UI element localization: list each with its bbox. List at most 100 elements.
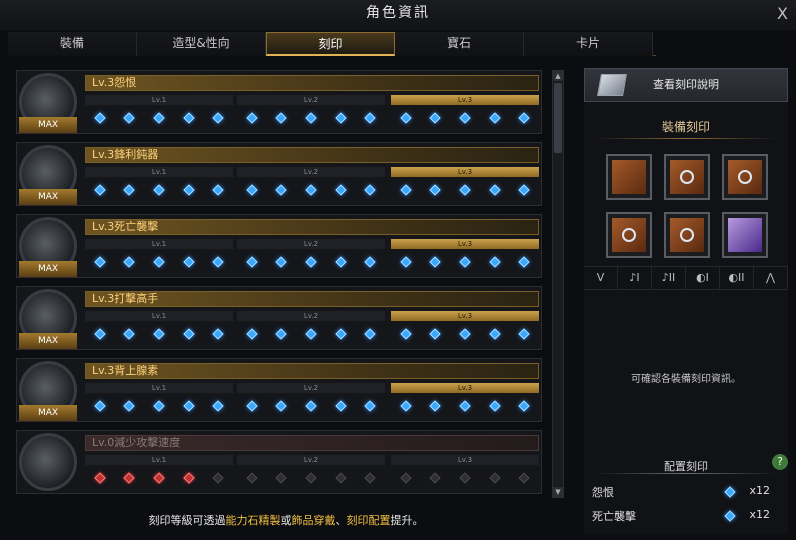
node-gem-icon bbox=[212, 472, 224, 484]
engraving-row[interactable]: Lv.0減少攻擊速度 Lv.1 Lv.2 Lv.3 bbox=[16, 430, 542, 494]
level-bar: Lv.1 bbox=[85, 455, 233, 465]
engraving-row[interactable]: MAX Lv.3怨恨 Lv.1 Lv.2 Lv.3 bbox=[16, 70, 542, 134]
footer-text: 刻印等級可透過 bbox=[148, 514, 226, 527]
node-gem-icon bbox=[364, 328, 376, 340]
ring-slot-2[interactable] bbox=[664, 212, 710, 258]
node-gem-icon bbox=[400, 328, 412, 340]
node-group bbox=[391, 468, 539, 488]
close-icon[interactable]: X bbox=[777, 4, 788, 23]
node-gem-icon bbox=[246, 256, 258, 268]
ability-stone-icon bbox=[728, 218, 762, 252]
tab-bar: 裝備 造型&性向 刻印 寶石 卡片 bbox=[8, 32, 656, 56]
engraving-name: Lv.3鋒利鈍器 bbox=[85, 147, 539, 163]
necklace-slot[interactable] bbox=[606, 154, 652, 200]
node-group bbox=[237, 180, 385, 200]
node-gem-icon bbox=[212, 112, 224, 124]
node-gem-icon bbox=[275, 400, 288, 412]
node-gem-icon bbox=[275, 472, 288, 484]
node-gem-icon bbox=[182, 184, 195, 196]
node-gem-icon bbox=[123, 472, 136, 484]
node-gem-icon bbox=[94, 184, 106, 196]
tab-gems[interactable]: 寶石 bbox=[395, 32, 524, 56]
node-gem-icon bbox=[275, 184, 288, 196]
engraving-name: Lv.3背上腺素 bbox=[85, 363, 539, 379]
node-group bbox=[237, 108, 385, 128]
node-gem-icon bbox=[459, 112, 471, 124]
level-bar: Lv.2 bbox=[237, 383, 385, 393]
earring-slot-2[interactable] bbox=[722, 154, 768, 200]
scroll-up-icon[interactable]: ▲ bbox=[553, 71, 563, 81]
node-gem-icon bbox=[305, 472, 317, 484]
view-button-label: 查看刻印說明 bbox=[653, 78, 719, 91]
node-gem-icon bbox=[182, 256, 195, 268]
node-gem-icon bbox=[123, 400, 136, 412]
earring-slot-1[interactable] bbox=[664, 154, 710, 200]
engraving-row[interactable]: MAX Lv.3鋒利鈍器 Lv.1 Lv.2 Lv.3 bbox=[16, 142, 542, 206]
scrollbar-thumb[interactable] bbox=[554, 83, 562, 153]
tab-appearance[interactable]: 造型&性向 bbox=[137, 32, 266, 56]
node-gem-icon bbox=[153, 472, 165, 484]
engraving-name: Lv.3打擊高手 bbox=[85, 291, 539, 307]
earring-1-filter-icon[interactable]: ♪I bbox=[618, 267, 652, 289]
node-gem-icon bbox=[400, 472, 412, 484]
window-title: 角色資訊 bbox=[366, 5, 430, 21]
node-gem-icon bbox=[334, 328, 347, 340]
node-group bbox=[85, 468, 233, 488]
node-gem-icon bbox=[182, 400, 195, 412]
help-icon[interactable]: ? bbox=[772, 454, 788, 470]
node-gem-icon bbox=[364, 400, 376, 412]
footer-text: 、 bbox=[335, 514, 347, 527]
engraving-row[interactable]: MAX Lv.3背上腺素 Lv.1 Lv.2 Lv.3 bbox=[16, 358, 542, 422]
node-gem-icon bbox=[429, 256, 442, 268]
earring-2-filter-icon[interactable]: ♪II bbox=[652, 267, 686, 289]
node-gem-icon bbox=[400, 112, 412, 124]
node-group bbox=[85, 180, 233, 200]
tab-engravings[interactable]: 刻印 bbox=[266, 32, 395, 56]
engraving-name: Lv.3死亡襲擊 bbox=[85, 219, 539, 235]
ring-slot-1[interactable] bbox=[606, 212, 652, 258]
node-gem-icon bbox=[212, 184, 224, 196]
node-group bbox=[391, 180, 539, 200]
node-gem-icon bbox=[94, 256, 106, 268]
footer-highlight: 能力石精製 bbox=[225, 514, 281, 527]
node-gem-icon bbox=[275, 256, 288, 268]
node-gem-icon bbox=[94, 400, 106, 412]
node-gem-icon bbox=[429, 328, 442, 340]
max-badge: MAX bbox=[19, 261, 77, 277]
stone-filter-icon[interactable]: ⋀ bbox=[754, 267, 788, 289]
engraving-row[interactable]: MAX Lv.3死亡襲擊 Lv.1 Lv.2 Lv.3 bbox=[16, 214, 542, 278]
tab-equipment[interactable]: 裝備 bbox=[8, 32, 137, 56]
node-gem-icon bbox=[123, 328, 136, 340]
node-group bbox=[85, 396, 233, 416]
level-bar: Lv.1 bbox=[85, 167, 233, 177]
ring-1-filter-icon[interactable]: ◐I bbox=[686, 267, 720, 289]
ability-stone-slot[interactable] bbox=[722, 212, 768, 258]
tab-cards[interactable]: 卡片 bbox=[524, 32, 653, 56]
node-gem-icon bbox=[364, 256, 376, 268]
node-group bbox=[237, 252, 385, 272]
node-gem-icon bbox=[459, 328, 471, 340]
ring-2-filter-icon[interactable]: ◐II bbox=[720, 267, 754, 289]
node-gem-icon bbox=[400, 400, 412, 412]
node-group bbox=[391, 252, 539, 272]
level-bar: Lv.3 bbox=[391, 383, 539, 393]
node-group bbox=[391, 324, 539, 344]
footer-text: 或 bbox=[280, 514, 292, 527]
necklace-filter-icon[interactable]: ᐯ bbox=[584, 267, 618, 289]
node-gem-icon bbox=[334, 400, 347, 412]
node-group bbox=[85, 252, 233, 272]
footer-highlight: 刻印配置 bbox=[346, 514, 391, 527]
scroll-down-icon[interactable]: ▼ bbox=[553, 487, 563, 497]
view-engraving-info-button[interactable]: 查看刻印說明 bbox=[584, 68, 788, 102]
engraving-row[interactable]: MAX Lv.3打擊高手 Lv.1 Lv.2 Lv.3 bbox=[16, 286, 542, 350]
gem-icon bbox=[724, 510, 736, 522]
node-gem-icon bbox=[182, 472, 195, 484]
node-gem-icon bbox=[429, 112, 442, 124]
node-gem-icon bbox=[518, 256, 530, 268]
node-gem-icon bbox=[488, 256, 501, 268]
node-gem-icon bbox=[400, 256, 412, 268]
scrollbar[interactable]: ▲ ▼ bbox=[552, 70, 564, 498]
node-gem-icon bbox=[275, 328, 288, 340]
node-gem-icon bbox=[518, 400, 530, 412]
engraving-portrait-icon bbox=[19, 433, 77, 491]
